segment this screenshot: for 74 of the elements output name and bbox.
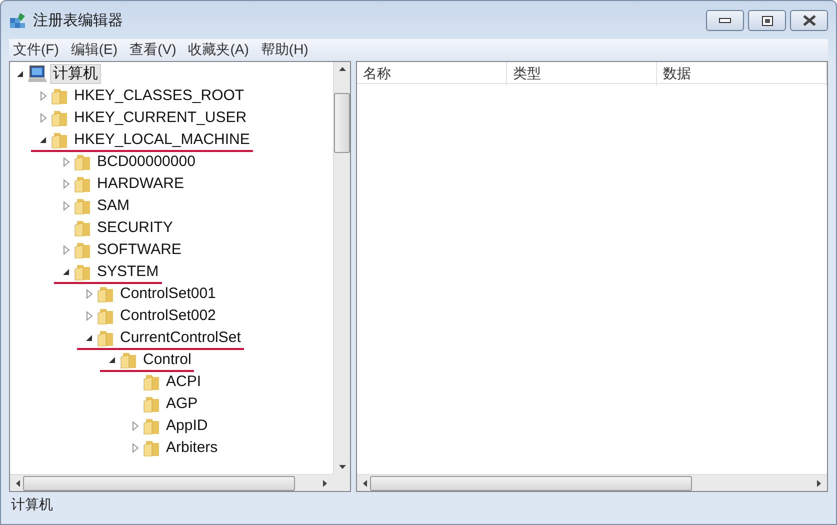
folder-icon bbox=[120, 351, 138, 369]
folder-icon bbox=[74, 197, 92, 215]
tree-item[interactable]: BCD00000000 bbox=[94, 152, 198, 172]
menu-item[interactable]: 查看(V) bbox=[126, 41, 180, 59]
tree-item[interactable]: AppID bbox=[163, 416, 211, 436]
vertical-scrollbar[interactable] bbox=[333, 62, 350, 474]
minimize-icon bbox=[719, 18, 731, 23]
folder-icon bbox=[51, 87, 69, 105]
tree-item[interactable]: SYSTEM bbox=[94, 262, 162, 282]
scroll-thumb[interactable] bbox=[23, 476, 295, 490]
tree-item[interactable]: AGP bbox=[163, 394, 201, 414]
collapsed-arrow-icon[interactable] bbox=[86, 289, 92, 299]
maximize-button[interactable] bbox=[748, 10, 786, 31]
folder-icon bbox=[74, 175, 92, 193]
menu-item[interactable]: 收藏夹(A) bbox=[184, 41, 253, 59]
folder-icon bbox=[143, 439, 161, 457]
window-title: 注册表编辑器 bbox=[33, 10, 124, 30]
tree-item[interactable]: ACPI bbox=[163, 372, 204, 392]
tree-item[interactable]: 计算机 bbox=[50, 64, 101, 84]
scroll-thumb[interactable] bbox=[334, 93, 350, 153]
scroll-thumb[interactable] bbox=[370, 476, 692, 490]
close-icon bbox=[802, 15, 816, 26]
menu-item[interactable]: 帮助(H) bbox=[256, 41, 312, 59]
menu-item[interactable]: 编辑(E) bbox=[66, 41, 122, 59]
tree-item[interactable]: HKEY_CURRENT_USER bbox=[71, 108, 250, 128]
collapsed-arrow-icon[interactable] bbox=[62, 245, 70, 255]
tree-item[interactable]: Control bbox=[140, 350, 194, 370]
computer-icon bbox=[28, 65, 48, 83]
collapsed-arrow-icon[interactable] bbox=[40, 91, 46, 101]
folder-icon bbox=[97, 329, 115, 347]
expanded-arrow-icon[interactable] bbox=[39, 136, 47, 144]
column-header[interactable]: 类型 bbox=[507, 62, 657, 86]
expanded-arrow-icon[interactable] bbox=[16, 70, 24, 78]
collapsed-arrow-icon[interactable] bbox=[62, 157, 70, 167]
tree-item[interactable]: HARDWARE bbox=[94, 174, 187, 194]
tree-item[interactable]: ControlSet002 bbox=[117, 306, 219, 326]
tree-item[interactable]: SOFTWARE bbox=[94, 240, 184, 260]
minimize-button[interactable] bbox=[706, 10, 744, 31]
horizontal-scrollbar[interactable] bbox=[357, 474, 827, 491]
tree-item[interactable]: HKEY_LOCAL_MACHINE bbox=[71, 130, 253, 150]
folder-icon bbox=[97, 285, 115, 303]
maximize-icon bbox=[762, 16, 772, 26]
folder-icon bbox=[74, 241, 92, 259]
collapsed-arrow-icon[interactable] bbox=[40, 113, 46, 123]
column-header[interactable]: 数据 bbox=[657, 62, 827, 86]
close-button[interactable] bbox=[790, 10, 828, 31]
tree-item[interactable]: HKEY_CLASSES_ROOT bbox=[71, 86, 248, 106]
folder-icon bbox=[51, 131, 69, 149]
expanded-arrow-icon[interactable] bbox=[85, 334, 93, 342]
menu-item[interactable]: 文件(F) bbox=[9, 41, 63, 59]
folder-icon bbox=[74, 219, 92, 237]
tree-item[interactable]: Arbiters bbox=[163, 438, 221, 458]
folder-icon bbox=[74, 263, 92, 281]
collapsed-arrow-icon[interactable] bbox=[62, 201, 70, 211]
collapsed-arrow-icon[interactable] bbox=[62, 179, 70, 189]
collapsed-arrow-icon[interactable] bbox=[86, 311, 92, 321]
collapsed-arrow-icon[interactable] bbox=[132, 421, 138, 431]
collapsed-arrow-icon[interactable] bbox=[132, 443, 138, 453]
tree-item[interactable]: ControlSet001 bbox=[117, 284, 219, 304]
tree-item[interactable]: CurrentControlSet bbox=[117, 328, 244, 348]
folder-icon bbox=[51, 109, 69, 127]
folder-icon bbox=[143, 395, 161, 413]
tree-item[interactable]: SAM bbox=[94, 196, 133, 216]
folder-icon bbox=[97, 307, 115, 325]
folder-icon bbox=[143, 373, 161, 391]
horizontal-scrollbar[interactable] bbox=[10, 474, 333, 491]
expanded-arrow-icon[interactable] bbox=[62, 268, 70, 276]
registry-app-icon bbox=[9, 11, 27, 29]
folder-icon bbox=[143, 417, 161, 435]
column-header[interactable]: 名称 bbox=[357, 62, 507, 86]
folder-icon bbox=[74, 153, 92, 171]
status-text: 计算机 bbox=[11, 496, 53, 514]
tree-item[interactable]: SECURITY bbox=[94, 218, 176, 238]
expanded-arrow-icon[interactable] bbox=[108, 356, 116, 364]
